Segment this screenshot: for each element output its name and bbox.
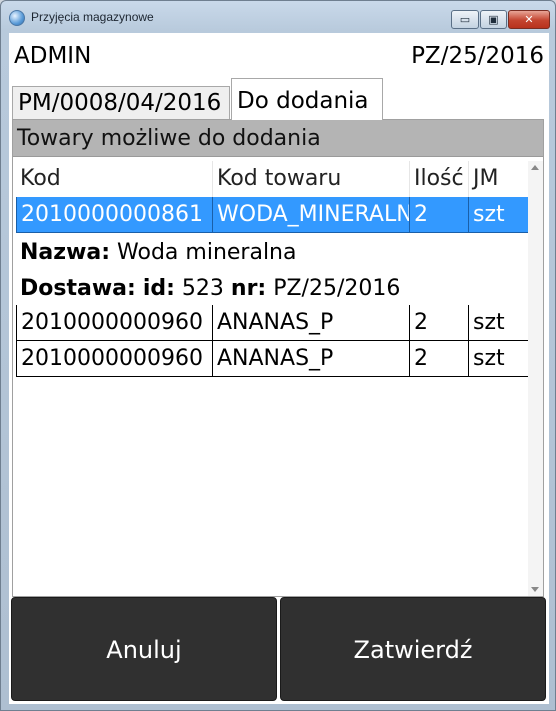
cell-ilosc[interactable]: 2 bbox=[410, 341, 469, 377]
detail-delivery-label: Dostawa: bbox=[20, 276, 136, 301]
minimize-button[interactable]: ▭ bbox=[451, 10, 479, 29]
title-bar[interactable]: Przyjęcia magazynowe ▭ ▣ ✕ bbox=[1, 1, 555, 33]
cell-kod[interactable]: 2010000000861 bbox=[16, 197, 213, 233]
cell-jm[interactable]: szt bbox=[469, 197, 529, 233]
tab-document[interactable]: PM/0008/04/2016 bbox=[12, 86, 230, 120]
cell-kod-towaru[interactable]: ANANAS_P bbox=[213, 341, 410, 377]
app-icon bbox=[9, 10, 25, 26]
cell-jm[interactable]: szt bbox=[469, 305, 529, 341]
close-button[interactable]: ✕ bbox=[508, 10, 550, 29]
items-grid: Kod Kod towaru Ilość JM 2010000000861 WO… bbox=[16, 161, 532, 377]
scroll-down-arrow-icon[interactable] bbox=[531, 587, 539, 592]
cell-kod-towaru[interactable]: ANANAS_P bbox=[213, 305, 410, 341]
cell-kod[interactable]: 2010000000960 bbox=[16, 341, 213, 377]
grid-header-row: Kod Kod towaru Ilość JM bbox=[16, 161, 532, 197]
cell-ilosc[interactable]: 2 bbox=[410, 197, 469, 233]
table-row[interactable]: 2010000000960 ANANAS_P 2 szt bbox=[16, 341, 532, 377]
cell-kod-towaru[interactable]: WODA_MINERALNA bbox=[213, 197, 410, 233]
items-panel: Towary możliwe do dodania Kod Kod towaru… bbox=[12, 119, 544, 597]
cell-kod[interactable]: 2010000000960 bbox=[16, 305, 213, 341]
detail-id-label: id: bbox=[142, 276, 175, 301]
tab-strip: PM/0008/04/2016 Do dodania bbox=[12, 78, 546, 120]
detail-delivery-line: Dostawa: id: 523 nr: PZ/25/2016 bbox=[20, 271, 528, 307]
cancel-button[interactable]: Anuluj bbox=[11, 597, 277, 701]
detail-nr-label: nr: bbox=[230, 276, 267, 301]
cell-jm[interactable]: szt bbox=[469, 341, 529, 377]
scroll-up-arrow-icon[interactable] bbox=[531, 165, 539, 170]
table-row[interactable]: 2010000000861 WODA_MINERALNA 2 szt bbox=[16, 197, 532, 233]
app-window: Przyjęcia magazynowe ▭ ▣ ✕ ADMIN PZ/25/2… bbox=[0, 0, 556, 711]
detail-name-label: Nazwa: bbox=[20, 240, 111, 265]
detail-name-value: Woda mineralna bbox=[117, 240, 297, 265]
table-row[interactable]: 2010000000960 ANANAS_P 2 szt bbox=[16, 305, 532, 341]
vertical-scrollbar[interactable] bbox=[528, 161, 543, 596]
column-header-ilosc[interactable]: Ilość bbox=[410, 161, 469, 197]
user-label: ADMIN bbox=[14, 43, 92, 69]
panel-title: Towary możliwe do dodania bbox=[13, 120, 543, 157]
confirm-button[interactable]: Zatwierdź bbox=[280, 597, 546, 701]
tab-to-add[interactable]: Do dodania bbox=[231, 78, 383, 120]
detail-id-value: 523 bbox=[181, 276, 224, 301]
detail-name-line: Nazwa: Woda mineralna bbox=[20, 235, 528, 271]
column-header-kod[interactable]: Kod bbox=[16, 161, 213, 197]
maximize-button[interactable]: ▣ bbox=[480, 10, 507, 29]
column-header-jm[interactable]: JM bbox=[469, 161, 529, 197]
window-title: Przyjęcia magazynowe bbox=[31, 10, 154, 24]
client-area: ADMIN PZ/25/2016 PM/0008/04/2016 Do doda… bbox=[9, 33, 549, 704]
detail-nr-value: PZ/25/2016 bbox=[273, 276, 401, 301]
cell-ilosc[interactable]: 2 bbox=[410, 305, 469, 341]
column-header-kod-towaru[interactable]: Kod towaru bbox=[213, 161, 410, 197]
row-detail: Nazwa: Woda mineralna Dostawa: id: 523 n… bbox=[16, 233, 532, 305]
document-number: PZ/25/2016 bbox=[411, 43, 544, 69]
